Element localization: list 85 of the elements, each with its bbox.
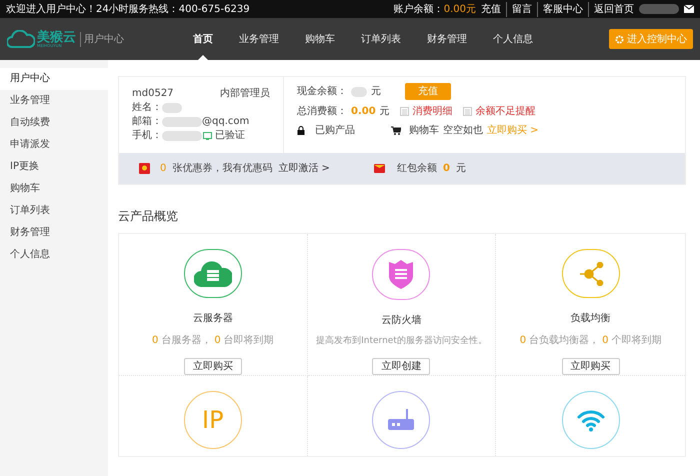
active-indicator bbox=[198, 55, 208, 60]
cart-status: 空空如也 bbox=[443, 124, 483, 138]
role-label: 内部管理员 bbox=[220, 87, 270, 100]
product-button[interactable]: 立即购买 bbox=[562, 358, 620, 375]
stat-label: 个即将到期 bbox=[612, 334, 662, 348]
ip-icon: IP bbox=[202, 408, 224, 432]
nav-tab[interactable]: 财务管理 bbox=[414, 18, 480, 60]
mail-icon[interactable] bbox=[684, 5, 694, 13]
redpacket-label: 红包余额 bbox=[396, 162, 437, 176]
cash-unit: 元 bbox=[371, 85, 381, 99]
blurred-text bbox=[351, 86, 367, 96]
envelope-icon bbox=[139, 163, 150, 174]
sidebar-item[interactable]: 财务管理 bbox=[0, 222, 108, 244]
cash-label: 现金余额： bbox=[297, 84, 347, 99]
verified-status: 已验证 bbox=[215, 129, 245, 142]
spent-value: 0.00 bbox=[351, 105, 376, 119]
top-link[interactable]: 留言 bbox=[506, 2, 532, 16]
blurred-text bbox=[162, 116, 202, 126]
share-nodes-icon bbox=[578, 262, 604, 286]
envelope-icon bbox=[374, 164, 385, 173]
sidebar-item[interactable]: 自动续费 bbox=[0, 112, 108, 134]
nav-tab[interactable]: 订单列表 bbox=[348, 18, 414, 60]
cloud-logo-icon bbox=[7, 30, 35, 48]
balance-value: 0.00元 bbox=[444, 2, 476, 16]
wifi-icon bbox=[576, 408, 606, 432]
product-name: 云服务器 bbox=[192, 312, 233, 326]
details-link[interactable]: 消费明细 bbox=[412, 104, 453, 119]
router-icon bbox=[386, 408, 416, 432]
section-title: 用户中心 bbox=[80, 32, 124, 46]
nav-tab[interactable]: 首页 bbox=[180, 18, 226, 60]
stat-label: 台服务器， bbox=[161, 334, 212, 348]
nav-tab[interactable]: 购物车 bbox=[292, 18, 348, 60]
welcome-text: 欢迎进入用户中心！24小时服务热线：400-675-6239 bbox=[6, 2, 250, 16]
email-suffix: @qq.com bbox=[202, 115, 250, 128]
blurred-text bbox=[162, 102, 182, 112]
sidebar-item[interactable]: 个人信息 bbox=[0, 244, 108, 266]
cart-label: 购物车 bbox=[409, 124, 439, 138]
bought-label: 已购产品 bbox=[315, 124, 355, 138]
monitor-icon bbox=[203, 132, 212, 140]
list-icon bbox=[400, 107, 409, 116]
sidebar-item[interactable]: 用户中心 bbox=[0, 68, 108, 90]
logo-text: 美猴云 bbox=[37, 30, 76, 44]
avatar-placeholder bbox=[639, 4, 679, 14]
cart-icon bbox=[391, 126, 401, 135]
cloud-server-icon bbox=[194, 260, 232, 286]
stat-count: 0 bbox=[602, 334, 609, 348]
gear-icon bbox=[615, 34, 624, 44]
redpacket-value: 0 bbox=[442, 162, 450, 176]
product-button[interactable]: 立即创建 bbox=[372, 358, 430, 375]
stat-label: 台即将到期 bbox=[224, 334, 274, 348]
section-heading: 云产品概览 bbox=[118, 208, 179, 225]
nav-tab[interactable]: 个人信息 bbox=[480, 18, 546, 60]
balance-label: 账户余额： bbox=[394, 2, 444, 16]
stat-count: 0 bbox=[152, 334, 158, 348]
phone-label: 手机： bbox=[132, 129, 162, 142]
list-icon bbox=[462, 107, 472, 116]
stat-label: 台负载均衡器， bbox=[529, 334, 600, 348]
shield-icon bbox=[387, 259, 416, 290]
spent-label: 总消费额： bbox=[297, 104, 347, 119]
product-name: 云防火墙 bbox=[381, 314, 422, 328]
stat-count: 0 bbox=[214, 334, 221, 348]
product-name: 负载均衡 bbox=[570, 312, 611, 326]
coupon-text: 张优惠券，我有优惠码 bbox=[172, 162, 272, 176]
lock-icon bbox=[297, 126, 305, 135]
top-link[interactable]: 返回首页 bbox=[588, 2, 634, 16]
blurred-text bbox=[162, 130, 202, 140]
low-balance-link[interactable]: 余额不足提醒 bbox=[476, 104, 536, 119]
product-button[interactable]: 立即购买 bbox=[184, 358, 242, 375]
top-link[interactable]: 充值 bbox=[481, 2, 501, 16]
top-link[interactable]: 客服中心 bbox=[537, 2, 583, 16]
redpacket-unit: 元 bbox=[456, 162, 466, 176]
name-label: 姓名： bbox=[132, 101, 162, 114]
sidebar-item[interactable]: 购物车 bbox=[0, 178, 108, 200]
product-description: 提高发布到Internet的服务器访问安全性。 bbox=[316, 334, 487, 348]
spent-unit: 元 bbox=[380, 105, 390, 119]
nav-tab[interactable]: 业务管理 bbox=[226, 18, 292, 60]
username: md0527 bbox=[132, 87, 174, 100]
sidebar-item[interactable]: 申请派发 bbox=[0, 134, 108, 156]
coupon-count: 0 bbox=[160, 162, 166, 176]
sidebar-item[interactable]: 业务管理 bbox=[0, 90, 108, 112]
activate-link[interactable]: 立即激活 > bbox=[278, 161, 330, 176]
sidebar-item[interactable]: 订单列表 bbox=[0, 200, 108, 222]
stat-count: 0 bbox=[520, 334, 526, 348]
sidebar-item[interactable]: IP更换 bbox=[0, 156, 108, 178]
email-label: 邮箱： bbox=[132, 115, 162, 128]
